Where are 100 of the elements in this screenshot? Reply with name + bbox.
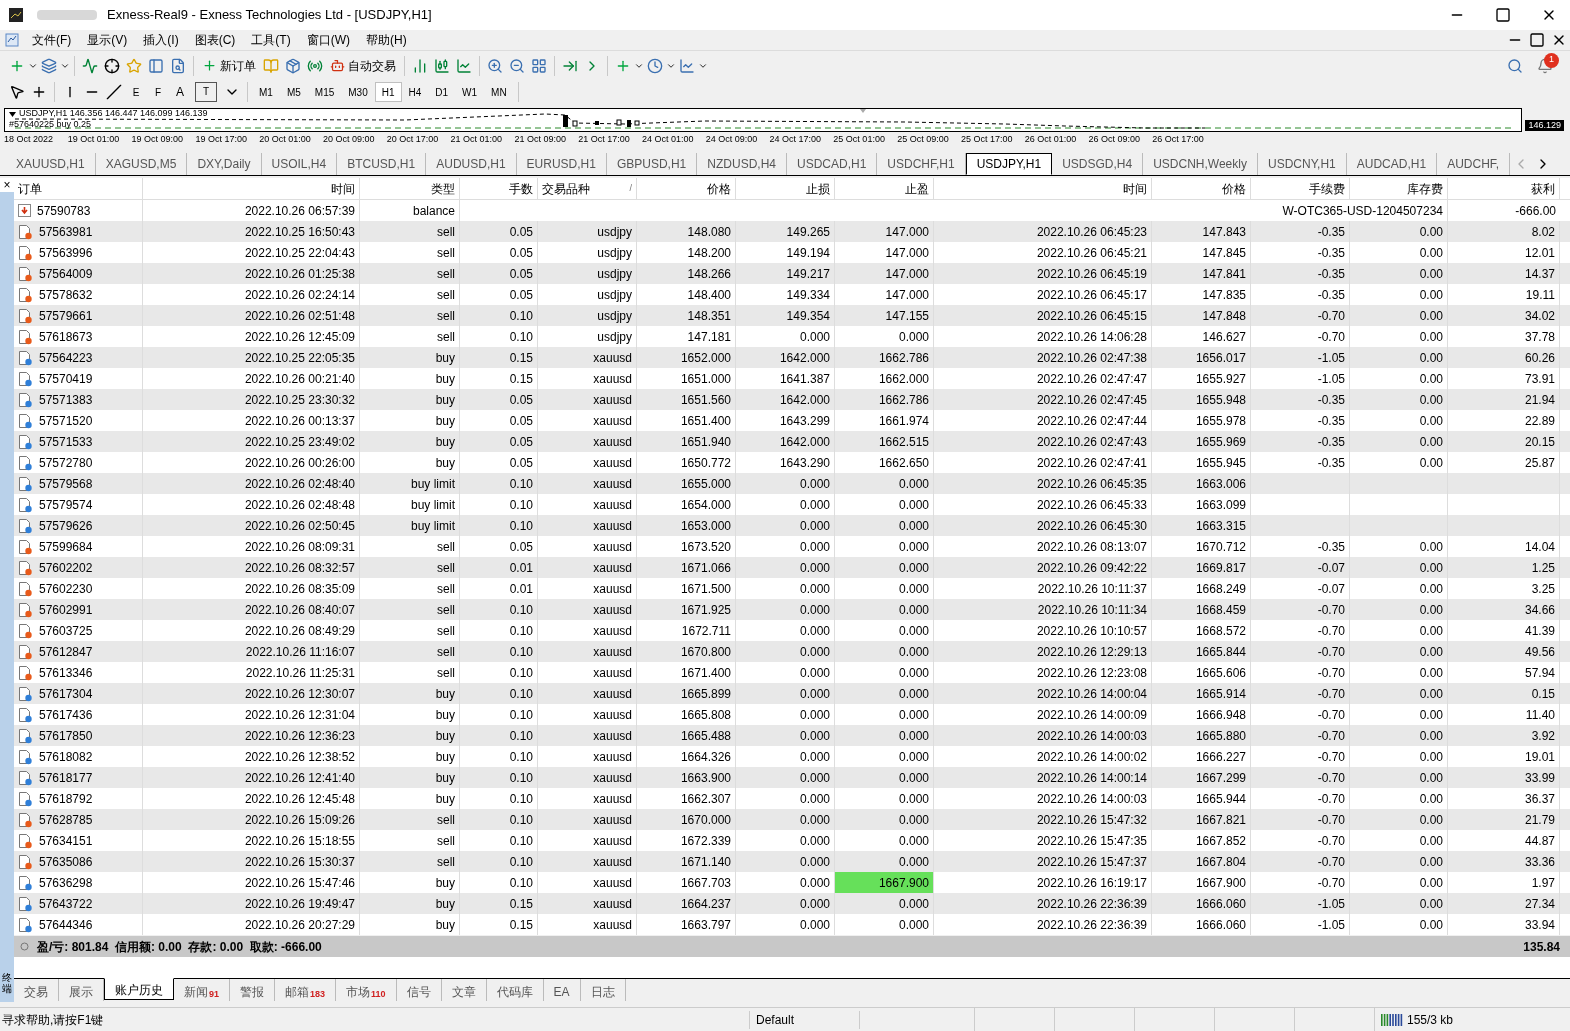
chart-tab[interactable]: USDSGD,H4 bbox=[1052, 153, 1144, 175]
tile-windows-icon[interactable] bbox=[531, 57, 547, 74]
terminal-tab[interactable]: 新闻 91 bbox=[174, 979, 230, 1001]
order-document-icon bbox=[18, 559, 33, 576]
menu-item[interactable]: 显示(V) bbox=[79, 31, 136, 49]
column-header[interactable]: 交易品种 / bbox=[538, 178, 637, 199]
price-tag: 146.129 bbox=[1525, 120, 1564, 131]
close-button[interactable]: × bbox=[0, 178, 14, 192]
column-header[interactable]: 库存费 bbox=[1350, 178, 1448, 199]
candlestick-icon[interactable] bbox=[434, 57, 450, 74]
time-axis-label: 19 Oct 17:00 bbox=[195, 133, 248, 147]
terminal-icon[interactable] bbox=[148, 57, 164, 74]
status-help-text: 寻求帮助,请按F1键 bbox=[0, 1010, 750, 1029]
chart-tab[interactable]: EURUSD,H1 bbox=[516, 153, 607, 175]
bell-icon[interactable] bbox=[1537, 57, 1553, 74]
terminal-tab[interactable]: 账户历史 bbox=[104, 978, 174, 1000]
terminal-tab[interactable]: 文章 bbox=[441, 979, 487, 1001]
new-order-button[interactable]: 新订单 bbox=[198, 53, 260, 78]
terminal-tab[interactable]: 市场 110 bbox=[336, 979, 397, 1001]
package-icon[interactable] bbox=[285, 57, 301, 74]
period-button[interactable]: H4 bbox=[401, 82, 429, 102]
column-header[interactable]: 价格 bbox=[637, 178, 736, 199]
chart-tab[interactable]: NZDUSD,H4 bbox=[697, 153, 787, 175]
zoom-in-icon[interactable] bbox=[487, 57, 503, 74]
collapse-triangle-icon[interactable] bbox=[9, 112, 16, 117]
column-header[interactable]: 手数 bbox=[460, 178, 538, 199]
chart-tab[interactable]: AUDCHF, bbox=[1437, 153, 1511, 175]
order-number: 57643722 bbox=[39, 895, 93, 913]
zoom-out-icon[interactable] bbox=[509, 57, 525, 74]
period-button[interactable]: M5 bbox=[279, 82, 308, 102]
terminal-tab[interactable]: 交易 bbox=[14, 979, 59, 1001]
chart-tab[interactable]: AUDUSD,H1 bbox=[426, 153, 517, 175]
chart-tab[interactable]: XAUUSD,H1 bbox=[6, 153, 96, 175]
period-button[interactable]: M15 bbox=[307, 82, 342, 102]
terminal-tab[interactable]: 代码库 bbox=[486, 979, 544, 1001]
terminal-tab[interactable]: EA bbox=[543, 979, 581, 1001]
templates-icon[interactable] bbox=[679, 57, 695, 74]
terminal-tab[interactable]: 邮箱 183 bbox=[275, 979, 337, 1001]
column-header[interactable]: 时间 bbox=[934, 178, 1152, 199]
column-header[interactable]: 时间 bbox=[143, 178, 360, 199]
order-number: 57618177 bbox=[39, 769, 93, 787]
menu-item[interactable]: 窗口(W) bbox=[298, 31, 358, 49]
market-watch-icon[interactable] bbox=[82, 57, 98, 74]
order-document-icon bbox=[18, 811, 33, 828]
fibo-channel-button[interactable]: E bbox=[125, 82, 147, 102]
menu-item[interactable]: 帮助(H) bbox=[358, 31, 415, 49]
chart-tab[interactable]: XAGUSD,M5 bbox=[95, 153, 188, 175]
bar-chart-icon[interactable] bbox=[412, 57, 428, 74]
terminal-tab[interactable]: 信号 bbox=[396, 979, 442, 1001]
chart-tab[interactable]: DXY,Daily bbox=[187, 153, 262, 175]
period-button[interactable]: H1 bbox=[374, 82, 402, 102]
time-axis-label: 21 Oct 09:00 bbox=[514, 133, 567, 147]
cursor-icon[interactable] bbox=[9, 84, 25, 100]
order-document-icon bbox=[18, 223, 33, 240]
chart-tab[interactable]: USDCAD,H1 bbox=[786, 153, 878, 175]
crosshair-icon[interactable] bbox=[31, 84, 47, 100]
column-header[interactable]: 止损 bbox=[736, 178, 835, 199]
profiles-icon[interactable] bbox=[41, 57, 57, 74]
maximize-button[interactable] bbox=[1495, 7, 1511, 23]
terminal-tab[interactable]: 日志 bbox=[580, 979, 626, 1001]
search-icon[interactable] bbox=[1507, 57, 1523, 74]
order-document-icon bbox=[18, 643, 33, 660]
chart-tab[interactable]: AUDCAD,H1 bbox=[1346, 153, 1438, 175]
line-chart-icon[interactable] bbox=[456, 57, 472, 74]
period-button[interactable]: W1 bbox=[455, 82, 485, 102]
column-header[interactable]: 手续费 bbox=[1251, 178, 1350, 199]
period-button[interactable]: M1 bbox=[252, 82, 280, 102]
column-header[interactable]: 价格 bbox=[1152, 178, 1251, 199]
fibo-button[interactable]: F bbox=[147, 82, 169, 102]
column-header[interactable]: 类型 bbox=[360, 178, 460, 199]
menu-item[interactable]: 插入(I) bbox=[135, 31, 187, 49]
trend-line-icon[interactable] bbox=[106, 84, 122, 100]
clock-icon[interactable] bbox=[647, 57, 663, 74]
text-tool-button[interactable]: A bbox=[169, 82, 191, 102]
column-header[interactable]: 止盈 bbox=[835, 178, 934, 199]
terminal-tab[interactable]: 警报 bbox=[230, 979, 275, 1001]
star-icon[interactable] bbox=[126, 57, 142, 74]
chart-tab[interactable]: USDJPY,H1 bbox=[965, 153, 1053, 175]
time-axis-label: 24 Oct 09:00 bbox=[705, 133, 759, 147]
chart-tab[interactable]: USDCHF,H1 bbox=[877, 153, 966, 175]
tester-icon[interactable] bbox=[170, 57, 186, 74]
column-header[interactable]: 订单 bbox=[14, 178, 143, 199]
period-button[interactable]: MN bbox=[484, 82, 514, 102]
period-button[interactable]: M30 bbox=[341, 82, 375, 102]
status-profile: Default bbox=[750, 1010, 860, 1029]
order-number: 57618673 bbox=[39, 328, 93, 346]
menu-item[interactable]: 图表(C) bbox=[186, 31, 244, 49]
restore-button[interactable] bbox=[1529, 32, 1545, 48]
chart-tab[interactable]: BTCUSD,H1 bbox=[337, 153, 427, 175]
auto-trading-button[interactable]: 自动交易 bbox=[326, 53, 400, 78]
chart-tab[interactable]: USDCNH,Weekly bbox=[1143, 153, 1258, 175]
crosshair-icon[interactable] bbox=[104, 57, 120, 74]
label-tool-button[interactable]: T bbox=[195, 82, 217, 102]
menu-item[interactable]: 文件(F) bbox=[24, 31, 80, 49]
column-header[interactable]: 获利 bbox=[1448, 178, 1560, 199]
chart-tab[interactable]: GBPUSD,H1 bbox=[606, 153, 698, 175]
menu-item[interactable]: 工具(T) bbox=[243, 31, 299, 49]
chart-tab[interactable]: USDCNY,H1 bbox=[1257, 153, 1347, 175]
chart-tab[interactable]: USOIL,H4 bbox=[261, 153, 338, 175]
period-button[interactable]: D1 bbox=[428, 82, 456, 102]
